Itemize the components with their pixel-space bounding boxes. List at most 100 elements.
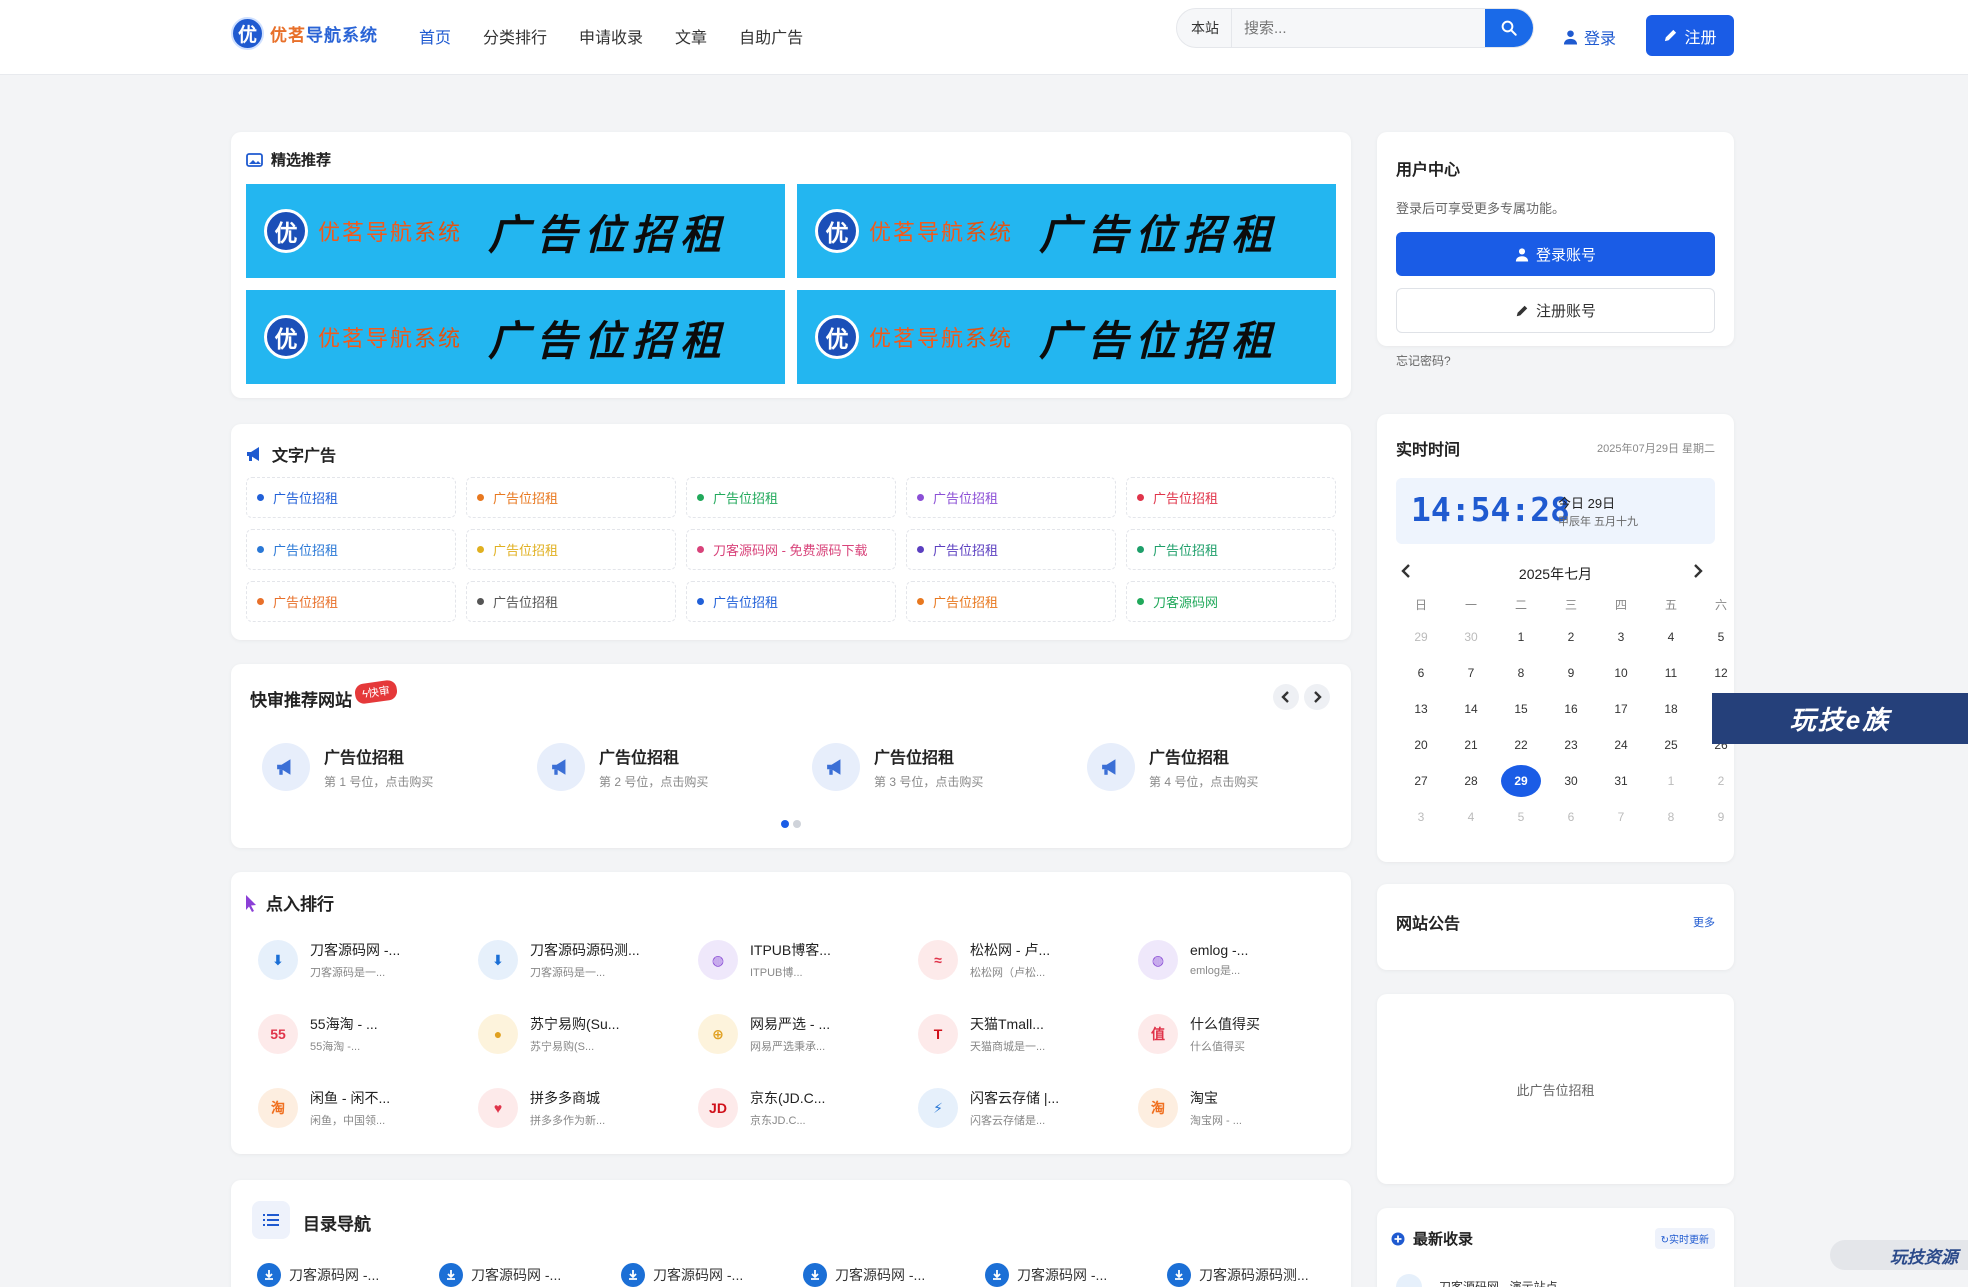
ranking-item[interactable]: JD 京东(JD.C... 京东JD.C...	[698, 1088, 825, 1128]
ranking-item[interactable]: ◍ ITPUB博客... ITPUB博...	[698, 940, 831, 980]
ranking-item[interactable]: T 天猫Tmall... 天猫商城是一...	[918, 1014, 1045, 1054]
nav-articles[interactable]: 文章	[675, 24, 707, 48]
directory-item[interactable]: 刀客源码网 -...	[621, 1263, 743, 1287]
search-scope-select[interactable]: 本站	[1177, 9, 1232, 47]
calendar-day[interactable]: 5	[1696, 619, 1746, 655]
calendar-day-today[interactable]: 29	[1496, 763, 1546, 799]
text-ad-item[interactable]: 广告位招租	[906, 529, 1116, 570]
quick-review-item[interactable]: 广告位招租第 2 号位，点击购买	[537, 743, 708, 791]
calendar-day[interactable]: 17	[1596, 691, 1646, 727]
calendar-day[interactable]: 1	[1496, 619, 1546, 655]
ranking-item[interactable]: ● 苏宁易购(Su... 苏宁易购(S...	[478, 1014, 619, 1054]
calendar-day[interactable]: 27	[1396, 763, 1446, 799]
ranking-item[interactable]: ♥ 拼多多商城 拼多多作为新...	[478, 1088, 605, 1128]
ranking-item[interactable]: ◍ emlog -... emlog是...	[1138, 940, 1248, 980]
text-ad-item[interactable]: 广告位招租	[686, 581, 896, 622]
calendar-day[interactable]: 11	[1646, 655, 1696, 691]
calendar-day[interactable]: 21	[1446, 727, 1496, 763]
text-ad-item[interactable]: 广告位招租	[686, 477, 896, 518]
calendar-day[interactable]: 13	[1396, 691, 1446, 727]
latest-refresh-badge[interactable]: ↻实时更新	[1654, 1228, 1715, 1249]
calendar-day[interactable]: 5	[1496, 799, 1546, 835]
quick-review-item[interactable]: 广告位招租第 3 号位，点击购买	[812, 743, 983, 791]
text-ad-item[interactable]: 广告位招租	[246, 477, 456, 518]
ranking-item[interactable]: ⚡ 闪客云存储 |... 闪客云存储是...	[918, 1088, 1059, 1128]
calendar-day[interactable]: 29	[1396, 619, 1446, 655]
ranking-item[interactable]: 值什么值得买 什么值得买	[1138, 1014, 1260, 1054]
calendar-day[interactable]: 9	[1546, 655, 1596, 691]
floating-side-badge[interactable]: 玩技e族	[1712, 693, 1968, 744]
text-ad-item[interactable]: 广告位招租	[246, 529, 456, 570]
register-account-button[interactable]: 注册账号	[1396, 288, 1715, 333]
calendar-day[interactable]: 7	[1446, 655, 1496, 691]
text-ad-item[interactable]: 广告位招租	[246, 581, 456, 622]
calendar-day[interactable]: 22	[1496, 727, 1546, 763]
carousel-dot[interactable]	[793, 820, 801, 828]
directory-item[interactable]: 刀客源码网 -...	[803, 1263, 925, 1287]
calendar-next-button[interactable]	[1693, 564, 1703, 583]
calendar-day[interactable]: 3	[1396, 799, 1446, 835]
login-account-button[interactable]: 登录账号	[1396, 232, 1715, 276]
latest-item-title[interactable]: 刀客源码网 - 演示站点	[1439, 1278, 1558, 1287]
carousel-next-button[interactable]	[1304, 684, 1330, 710]
calendar-day[interactable]: 12	[1696, 655, 1746, 691]
text-ad-item[interactable]: 广告位招租	[1126, 477, 1336, 518]
calendar-day[interactable]: 10	[1596, 655, 1646, 691]
calendar-day[interactable]: 2	[1546, 619, 1596, 655]
calendar-day[interactable]: 8	[1496, 655, 1546, 691]
banner-ad-1[interactable]: 优 优茗导航系统 广告位招租	[246, 184, 785, 278]
calendar-day[interactable]: 1	[1646, 763, 1696, 799]
forgot-password-link[interactable]: 忘记密码?	[1396, 352, 1451, 369]
nav-category-ranking[interactable]: 分类排行	[483, 24, 547, 48]
text-ad-item[interactable]: 广告位招租	[466, 529, 676, 570]
directory-item[interactable]: 刀客源码网 -...	[257, 1263, 379, 1287]
calendar-day[interactable]: 20	[1396, 727, 1446, 763]
calendar-day[interactable]: 4	[1646, 619, 1696, 655]
calendar-day[interactable]: 28	[1446, 763, 1496, 799]
banner-ad-2[interactable]: 优 优茗导航系统 广告位招租	[797, 184, 1336, 278]
calendar-day[interactable]: 6	[1396, 655, 1446, 691]
calendar-day[interactable]: 14	[1446, 691, 1496, 727]
site-logo[interactable]: 优 优茗导航系统	[231, 17, 378, 50]
calendar-day[interactable]: 9	[1696, 799, 1746, 835]
login-link[interactable]: 登录	[1563, 25, 1616, 49]
text-ad-item[interactable]: 刀客源码网 - 免费源码下载	[686, 529, 896, 570]
carousel-prev-button[interactable]	[1273, 684, 1299, 710]
calendar-day[interactable]: 4	[1446, 799, 1496, 835]
search-button[interactable]	[1485, 9, 1533, 47]
quick-review-item[interactable]: 广告位招租第 4 号位，点击购买	[1087, 743, 1258, 791]
calendar-day[interactable]: 15	[1496, 691, 1546, 727]
ranking-item[interactable]: 淘闲鱼 - 闲不... 闲鱼，中国领...	[258, 1088, 390, 1128]
side-ad-card[interactable]: 此广告位招租	[1377, 994, 1734, 1184]
ranking-item[interactable]: ⬇ 刀客源码网 -... 刀客源码是一...	[258, 940, 400, 980]
banner-ad-3[interactable]: 优 优茗导航系统 广告位招租	[246, 290, 785, 384]
nav-home[interactable]: 首页	[419, 24, 451, 48]
calendar-day[interactable]: 7	[1596, 799, 1646, 835]
register-button[interactable]: 注册	[1646, 15, 1734, 56]
nav-self-ads[interactable]: 自助广告	[739, 24, 803, 48]
notice-more-link[interactable]: 更多	[1693, 914, 1715, 930]
calendar-day[interactable]: 16	[1546, 691, 1596, 727]
text-ad-item[interactable]: 广告位招租	[1126, 529, 1336, 570]
ranking-item[interactable]: ⊕ 网易严选 - ... 网易严选秉承...	[698, 1014, 830, 1054]
calendar-day[interactable]: 30	[1546, 763, 1596, 799]
calendar-day[interactable]: 24	[1596, 727, 1646, 763]
text-ad-item[interactable]: 广告位招租	[466, 581, 676, 622]
directory-item[interactable]: 刀客源码源码测...	[1167, 1263, 1309, 1287]
nav-apply-listing[interactable]: 申请收录	[579, 24, 643, 48]
directory-item[interactable]: 刀客源码网 -...	[985, 1263, 1107, 1287]
text-ad-item[interactable]: 广告位招租	[906, 581, 1116, 622]
calendar-day[interactable]: 2	[1696, 763, 1746, 799]
text-ad-item[interactable]: 广告位招租	[466, 477, 676, 518]
calendar-day[interactable]: 8	[1646, 799, 1696, 835]
calendar-day[interactable]: 30	[1446, 619, 1496, 655]
text-ad-item[interactable]: 刀客源码网	[1126, 581, 1336, 622]
text-ad-item[interactable]: 广告位招租	[906, 477, 1116, 518]
carousel-dot-active[interactable]	[781, 820, 789, 828]
ranking-item[interactable]: ≈ 松松网 - 卢... 松松网（卢松...	[918, 940, 1050, 980]
calendar-day[interactable]: 18	[1646, 691, 1696, 727]
search-input[interactable]	[1232, 19, 1485, 37]
floating-bottom-badge[interactable]: 玩技资源	[1830, 1240, 1968, 1270]
calendar-day[interactable]: 3	[1596, 619, 1646, 655]
calendar-day[interactable]: 25	[1646, 727, 1696, 763]
